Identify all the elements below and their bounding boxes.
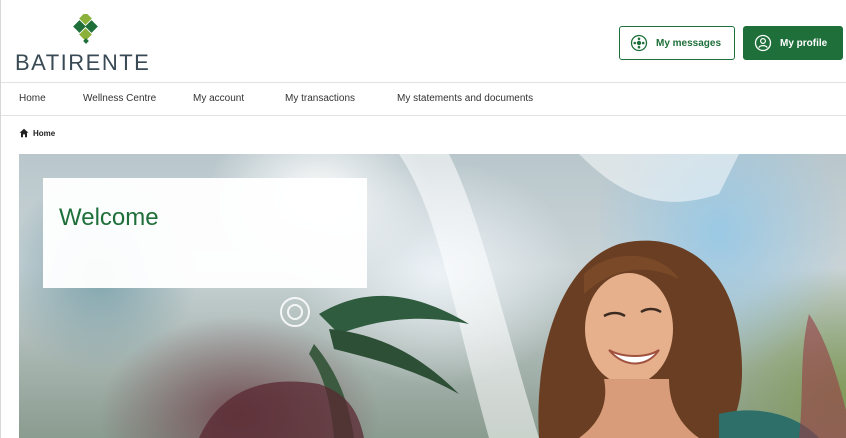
brand-logo[interactable]: BATIRENTE — [15, 14, 165, 76]
main-nav: Home Wellness Centre My account My trans… — [1, 82, 846, 116]
logo-mark-icon — [73, 14, 98, 44]
breadcrumb-home[interactable]: Home — [33, 129, 55, 138]
nav-item-my-transactions[interactable]: My transactions — [285, 93, 355, 104]
my-profile-label: My profile — [780, 37, 828, 49]
welcome-title: Welcome — [59, 204, 159, 231]
page-frame: BATIRENTE My messages My profile Home We… — [0, 0, 846, 438]
nav-item-wellness-centre[interactable]: Wellness Centre — [83, 93, 156, 104]
brand-name: BATIRENTE — [15, 50, 151, 75]
nav-item-home[interactable]: Home — [19, 93, 46, 104]
my-messages-label: My messages — [656, 37, 722, 49]
hero-banner: Welcome — [19, 154, 846, 438]
profile-icon — [754, 34, 772, 52]
home-icon[interactable] — [19, 128, 29, 138]
messages-icon — [630, 34, 648, 52]
welcome-card: Welcome — [43, 178, 367, 288]
my-profile-button[interactable]: My profile — [743, 26, 843, 60]
breadcrumb: Home — [19, 128, 55, 138]
nav-item-my-statements-and-documents[interactable]: My statements and documents — [397, 93, 533, 104]
nav-item-my-account[interactable]: My account — [193, 93, 244, 104]
my-messages-button[interactable]: My messages — [619, 26, 735, 60]
